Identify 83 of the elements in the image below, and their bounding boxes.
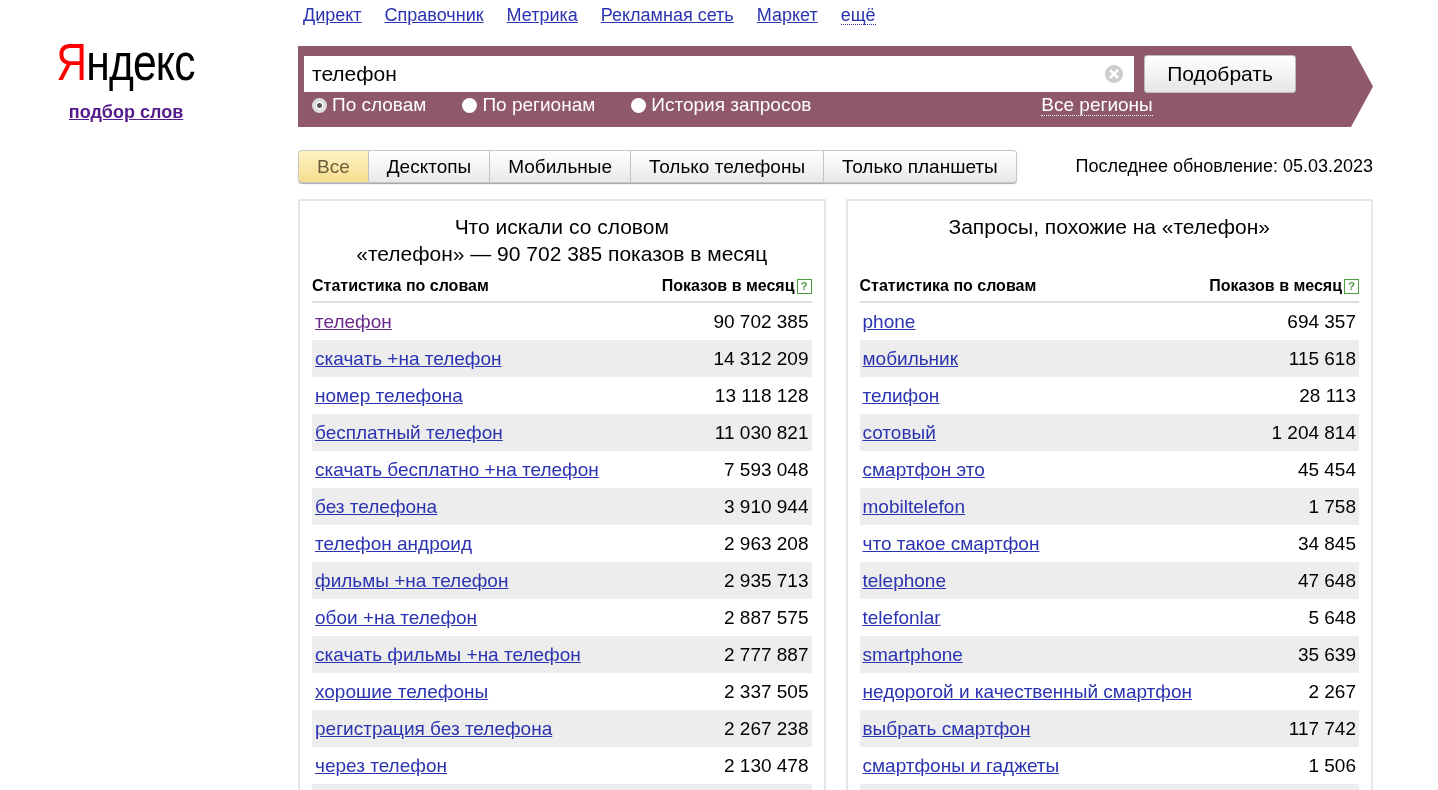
count-cell: 2 887 575 <box>723 606 809 629</box>
submit-button[interactable]: Подобрать <box>1144 55 1296 93</box>
phrase-link[interactable]: недорогой и качественный смартфон <box>862 680 1192 703</box>
nav-link[interactable]: Метрика <box>506 4 578 26</box>
update-date: Последнее обновление: 05.03.2023 <box>1075 156 1373 177</box>
count-cell: 2 130 478 <box>723 754 809 777</box>
tab[interactable]: Мобильные <box>490 150 632 183</box>
tab[interactable]: Десктопы <box>368 150 491 183</box>
panel-title: Запросы, похожие на «телефон» <box>947 214 1271 240</box>
count-cell: 1 758 <box>1308 495 1356 518</box>
column-header: Статистика по словам <box>859 277 1037 295</box>
count-cell: 2 267 238 <box>723 717 809 740</box>
count-cell: 694 357 <box>1287 310 1356 333</box>
phrase-link[interactable]: скачать фильмы +на телефон <box>315 643 581 666</box>
radio-label[interactable]: По регионам <box>482 94 596 116</box>
panel-title: Что искали со словом «телефон» — 90 702 385 показов в месяц <box>355 214 769 267</box>
phrase-link[interactable]: номер телефона <box>315 384 463 407</box>
radio-label[interactable]: История запросов <box>651 94 812 116</box>
count-cell: 90 702 385 <box>713 310 809 333</box>
nav-link[interactable]: Директ <box>303 4 362 26</box>
column-header: Показов в месяц <box>661 277 795 295</box>
radio-button[interactable] <box>631 97 647 113</box>
count-cell: 7 593 048 <box>723 458 809 481</box>
count-cell: 14 312 209 <box>713 347 809 370</box>
count-cell: 5 648 <box>1308 606 1356 629</box>
phrase-link[interactable]: что такое смартфон <box>862 532 1040 555</box>
phrase-link[interactable]: telephone <box>862 569 946 592</box>
search-field[interactable]: телефон <box>304 56 1134 92</box>
radio-label[interactable]: По словам <box>332 94 427 116</box>
column-header: Показов в месяц <box>1209 277 1342 295</box>
phrase-link[interactable]: скачать бесплатно +на телефон <box>315 458 599 481</box>
count-cell: 2 935 713 <box>723 569 809 592</box>
phrase-link[interactable]: бесплатный телефон <box>315 421 503 444</box>
count-cell: 2 337 505 <box>723 680 809 703</box>
count-cell: 28 113 <box>1299 384 1356 407</box>
phrase-link[interactable]: обои +на телефон <box>315 606 478 629</box>
count-cell: 2 267 <box>1308 680 1356 703</box>
nav-link[interactable]: Маркет <box>756 4 818 26</box>
nav-link[interactable]: Справочник <box>384 4 484 26</box>
radio-button[interactable] <box>312 97 327 113</box>
phrase-link[interactable]: выбрать смартфон <box>862 717 1031 740</box>
phrase-link[interactable]: smartphone <box>862 643 963 666</box>
phrase-link[interactable]: мобильник <box>862 347 959 370</box>
radio-button[interactable] <box>462 97 478 113</box>
phrase-link[interactable]: телифон <box>862 384 940 407</box>
count-cell: 13 118 128 <box>714 384 809 407</box>
phrase-link[interactable]: телефон андроид <box>315 532 473 555</box>
help-icon[interactable]: ? <box>796 278 812 294</box>
count-cell: 11 030 821 <box>714 421 809 444</box>
phrase-link[interactable]: регистрация без телефона <box>315 717 553 740</box>
region-link[interactable]: Все регионы <box>1041 94 1153 116</box>
phrase-link[interactable]: mobiltelefon <box>862 495 965 518</box>
more-link[interactable]: ещё <box>840 5 876 25</box>
count-cell: 35 639 <box>1297 643 1356 666</box>
count-cell: 1 506 <box>1308 754 1356 777</box>
count-cell: 3 910 944 <box>723 495 809 518</box>
phrase-link[interactable]: смартфоны и гаджеты <box>862 754 1060 777</box>
count-cell: 2 777 887 <box>723 643 809 666</box>
count-cell: 117 742 <box>1288 717 1356 740</box>
tab[interactable]: Все <box>298 150 369 183</box>
column-header: Статистика по словам <box>312 277 489 295</box>
phrase-link[interactable]: смартфон это <box>862 458 985 481</box>
phrase-link[interactable]: телефон <box>315 310 392 333</box>
phrase-link[interactable]: phone <box>862 310 916 333</box>
phrase-link[interactable]: telefonlar <box>862 606 941 629</box>
phrase-link[interactable]: без телефона <box>315 495 438 518</box>
count-cell: 34 845 <box>1297 532 1356 555</box>
phrase-link[interactable]: фильмы +на телефон <box>315 569 509 592</box>
help-icon[interactable]: ? <box>1344 278 1359 294</box>
phrase-link[interactable]: через телефон <box>315 754 447 777</box>
tab[interactable]: Только телефоны <box>631 150 825 183</box>
count-cell: 2 963 208 <box>723 532 809 555</box>
count-cell: 45 454 <box>1297 458 1356 481</box>
phrase-link[interactable]: сотовый <box>862 421 936 444</box>
count-cell: 1 204 814 <box>1271 421 1356 444</box>
count-cell: 115 618 <box>1288 347 1356 370</box>
service-link[interactable]: подбор слов <box>68 102 184 123</box>
phrase-link[interactable]: скачать +на телефон <box>315 347 502 370</box>
logo: Яндекс <box>55 32 195 92</box>
phrase-link[interactable]: хорошие телефоны <box>315 680 489 703</box>
count-cell: 47 648 <box>1297 569 1356 592</box>
nav-link[interactable]: Рекламная сеть <box>600 4 734 26</box>
tab[interactable]: Только планшеты <box>824 150 1017 183</box>
